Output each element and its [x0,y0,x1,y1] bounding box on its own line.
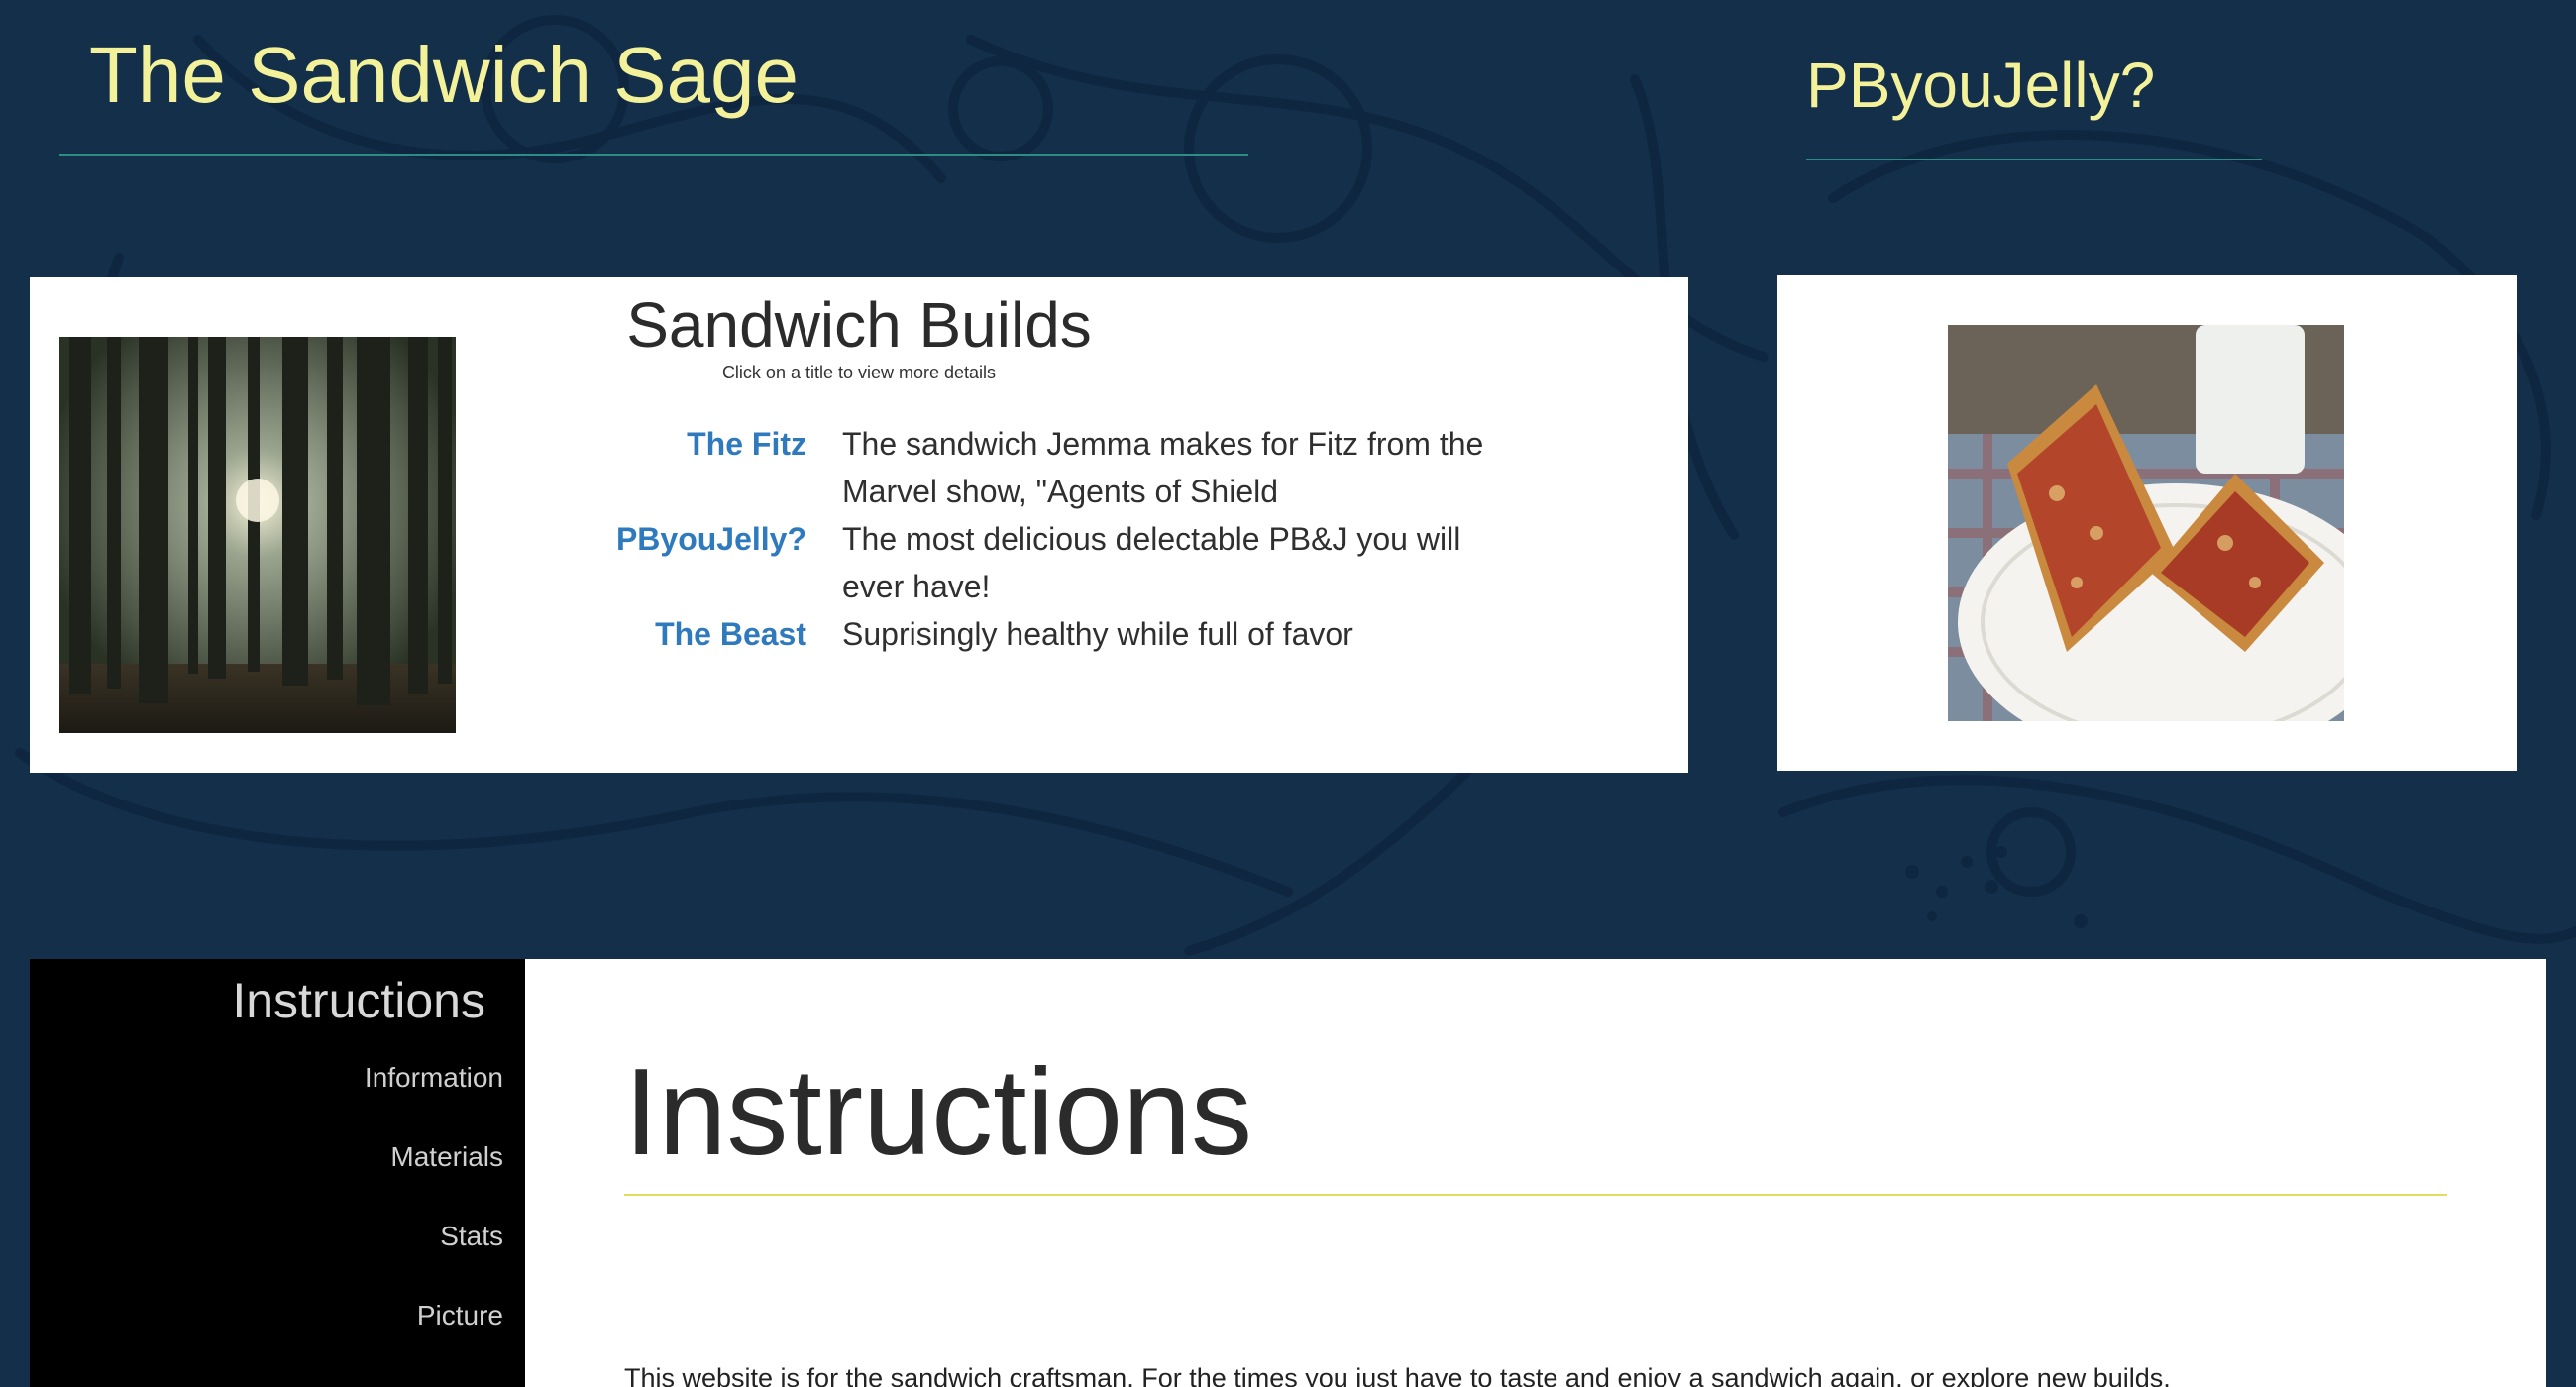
featured-divider [1806,159,2262,160]
builds-title: Sandwich Builds [626,289,1092,361]
builds-hint: Click on a title to view more details [721,363,997,382]
title-divider [59,154,1248,156]
featured-sandwich-panel [1777,275,2517,771]
sidebar-item-materials[interactable]: Materials [390,1139,503,1175]
sandwich-builds-panel: Sandwich Builds Click on a title to view… [30,277,1688,773]
build-description: The most delicious delectable PB&J you w… [842,521,1461,604]
content-title: Instructions [624,1044,1253,1181]
sidebar-item-stats[interactable]: Stats [440,1219,503,1254]
build-description: The sandwich Jemma makes for Fitz from t… [842,426,1484,509]
content-divider [624,1194,2447,1196]
build-link-the-beast[interactable]: The Beast [655,610,806,658]
sidebar-item-picture[interactable]: Picture [417,1298,503,1334]
intro-paragraph: This website is for the sandwich craftsm… [624,1363,2171,1387]
sidebar-item-information[interactable]: Information [365,1060,503,1096]
build-link-pbyoujelly[interactable]: PByouJelly? [616,515,806,563]
sidebar-heading: Instructions [232,973,485,1028]
grilled-sandwich-photo [1948,325,2344,721]
forest-photo [59,337,456,733]
instructions-content: Instructions This website is for the san… [525,959,2546,1387]
build-link-the-fitz[interactable]: The Fitz [687,420,806,468]
instructions-sidebar: Instructions Information Materials Stats… [30,959,525,1387]
featured-title: PByouJelly? [1806,50,2156,121]
site-title: The Sandwich Sage [89,31,800,119]
build-description: Suprisingly healthy while full of favor [842,616,1353,652]
